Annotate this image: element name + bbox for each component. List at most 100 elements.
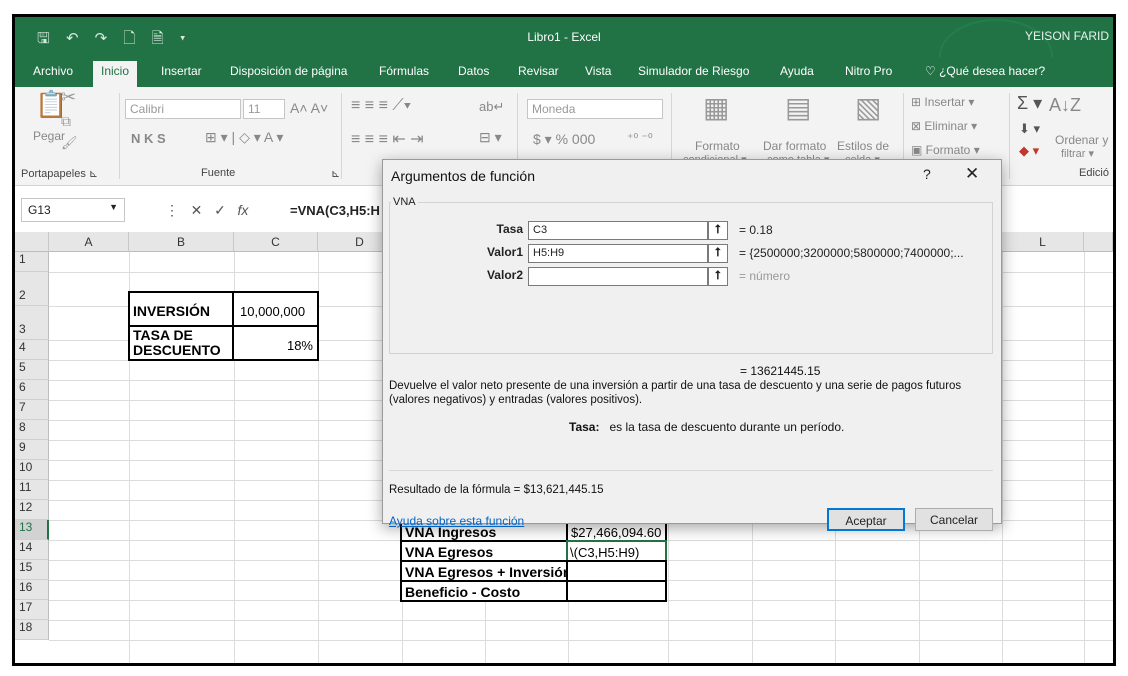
tab-vista[interactable]: Vista [585,64,611,78]
grow-shrink-font-icon[interactable]: A˄ A˅ [290,100,328,116]
borders-fill-color-icon[interactable]: ⊞ ▾ | ◇ ▾ A ▾ [205,129,283,146]
font-size-select[interactable]: 11 [243,99,285,119]
cell-styles-label[interactable]: Estilos de [837,139,889,153]
column-header-b[interactable]: B [129,232,234,252]
row-header[interactable]: 14 [15,540,49,560]
insert-cells-button[interactable]: ⊞ Insertar ▾ [911,95,974,109]
autosum-icon[interactable]: Σ ▾ [1017,93,1042,114]
tab-inicio[interactable]: Inicio [93,61,138,87]
dialog-launcher-icon[interactable]: ⊾ [331,167,340,180]
format-cells-button[interactable]: ▣ Formato ▾ [911,143,980,157]
name-box[interactable]: G13 ▼ [21,198,125,222]
tab-ayuda[interactable]: Ayuda [780,64,814,78]
format-table-icon[interactable]: ▤ [785,91,811,124]
function-description-line1: Devuelve el valor neto presente de una i… [389,380,962,392]
dialog-launcher-icon[interactable]: ⊾ [89,168,98,180]
row-header[interactable]: 18 [15,620,49,640]
clipboard-group-label: Portapapeles [21,168,86,180]
user-name[interactable]: YEISON FARID [1025,29,1109,43]
row-header[interactable]: 7 [15,400,49,420]
tab-simulador[interactable]: Simulador de Riesgo [638,64,749,78]
column-header-a[interactable]: A [49,232,129,252]
row-header[interactable]: 4 [15,340,49,360]
number-format-select[interactable]: Moneda [527,99,663,119]
tab-datos[interactable]: Datos [458,64,489,78]
select-all-corner[interactable] [15,232,49,252]
cancel-button[interactable]: Cancelar [915,508,993,531]
row-header[interactable]: 12 [15,500,49,520]
sort-filter-label[interactable]: Ordenar y [1055,133,1108,147]
tell-me-search[interactable]: ♡ ¿Qué desea hacer? [925,64,1045,78]
currency-percent-buttons[interactable]: $ ▾ % 000 [533,131,595,148]
tab-disposicion[interactable]: Disposición de página [230,64,347,78]
cell-inversion-label[interactable]: INVERSIÓN [128,291,234,327]
merge-center-icon[interactable]: ⊟ ▾ [479,129,502,146]
cell-styles-icon[interactable]: ▧ [855,91,881,124]
insert-function-icon[interactable]: fx [237,202,248,218]
enter-icon[interactable]: ✓ [214,202,226,218]
tab-insertar[interactable]: Insertar [161,64,202,78]
decimal-buttons[interactable]: ⁺⁰ ⁻⁰ [627,131,653,145]
copy-icon[interactable]: ⧉ [61,113,71,130]
cell-beneficio-costo-value[interactable] [566,580,667,602]
tab-formulas[interactable]: Fórmulas [379,64,429,78]
collapse-dialog-icon[interactable]: ⭡ [708,221,728,240]
cell-tasa-label[interactable]: TASA DE DESCUENTO [128,325,234,361]
column-header-l[interactable]: L [1002,232,1084,252]
alignment-icons-top[interactable]: ≡ ≡ ≡ ⟋▾ [351,97,411,115]
row-header-selected[interactable]: 13 [15,520,49,540]
row-header[interactable]: 15 [15,560,49,580]
cell-tasa-value[interactable]: 18% [232,325,319,361]
cell-vna-egresos-active[interactable]: \(C3,H5:H9) [566,540,667,562]
tab-revisar[interactable]: Revisar [518,64,559,78]
conditional-format-label[interactable]: Formato [695,139,740,153]
window-title: Libro1 - Excel [527,30,601,44]
row-header[interactable]: 9 [15,440,49,460]
cell-vna-egresos-label[interactable]: VNA Egresos [400,540,568,562]
tab-nitro[interactable]: Nitro Pro [845,64,892,78]
row-header[interactable]: 17 [15,600,49,620]
cell-vna-egresos-inversion-label[interactable]: VNA Egresos + Inversión [400,560,568,582]
row-header[interactable]: 16 [15,580,49,600]
column-header-c[interactable]: C [234,232,318,252]
format-table-label[interactable]: Dar formato [763,139,826,153]
sort-filter-icon[interactable]: A↓Z [1049,95,1081,116]
tab-archivo[interactable]: Archivo [33,64,73,78]
accept-button[interactable]: Aceptar [827,508,905,531]
format-painter-icon[interactable]: 🖌 [61,135,78,151]
bold-italic-underline[interactable]: N K S [131,131,166,146]
arg-input-valor2[interactable] [528,267,708,286]
arg-input-valor1[interactable]: H5:H9 [528,244,708,263]
close-icon[interactable]: ✕ [965,164,979,184]
row-header[interactable]: 11 [15,480,49,500]
cell-beneficio-costo-label[interactable]: Beneficio - Costo [400,580,568,602]
delete-cells-button[interactable]: ⊠ Eliminar ▾ [911,119,977,133]
row-header[interactable]: 1 [15,252,49,272]
row-header[interactable]: 10 [15,460,49,480]
sort-filter-label2[interactable]: filtrar ▾ [1061,147,1094,160]
cell-inversion-value[interactable]: 10,000,000 [232,291,319,327]
row-header[interactable]: 5 [15,360,49,380]
help-icon[interactable]: ? [923,166,931,182]
fill-icon[interactable]: ⬇ ▾ [1019,121,1040,137]
arg-input-tasa[interactable]: C3 [528,221,708,240]
cell-vna-egresos-inversion-value[interactable] [566,560,667,582]
formula-input[interactable]: =VNA(C3,H5:H [290,203,380,218]
cut-icon[interactable]: ✂ [61,87,76,108]
row-header[interactable]: 2 [15,272,49,306]
wrap-text-icon[interactable]: ab↵ [479,99,504,115]
help-link[interactable]: Ayuda sobre esta función [389,514,524,528]
row-header[interactable]: 6 [15,380,49,400]
alignment-icons-bottom[interactable]: ≡ ≡ ≡ ⇤ ⇥ [351,129,424,149]
clear-icon[interactable]: ◆ ▾ [1019,143,1039,159]
row-header[interactable]: 8 [15,420,49,440]
cancel-icon[interactable]: ✕ [191,202,203,218]
chevron-down-icon[interactable]: ▼ [109,202,118,212]
conditional-format-icon[interactable]: ▦ [703,91,729,124]
row-header[interactable]: 3 [15,306,49,340]
collapse-dialog-icon[interactable]: ⭡ [708,267,728,286]
font-name-select[interactable]: Calibri [125,99,241,119]
column-header-m[interactable] [1084,232,1113,252]
argument-help-label: Tasa: [569,420,600,434]
collapse-dialog-icon[interactable]: ⭡ [708,244,728,263]
